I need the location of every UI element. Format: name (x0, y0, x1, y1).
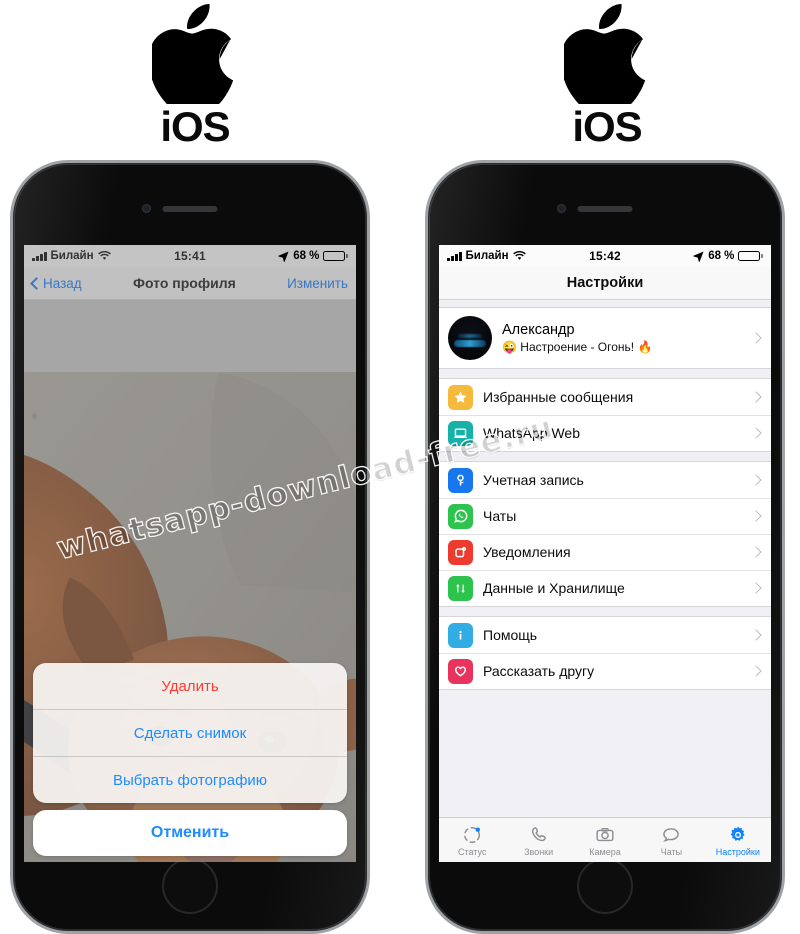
apple-logo-icon (564, 4, 646, 104)
profile-photo-view: Билайн 15:41 68 % Назад Фото профиля Изм… (24, 245, 356, 862)
tab-label: Звонки (524, 846, 554, 857)
front-camera-icon (557, 204, 566, 213)
home-button[interactable] (162, 858, 218, 914)
tab-chats[interactable]: Чаты (638, 824, 704, 857)
notification-bell-icon (448, 539, 473, 565)
battery-icon (323, 251, 348, 261)
settings-row-label: Чаты (483, 508, 517, 524)
tab-label: Камера (589, 846, 621, 857)
heart-icon (448, 658, 473, 684)
home-button[interactable] (577, 858, 633, 914)
page-root: iOS iOS Билайн 15:41 68 % Назад Фото про… (0, 0, 800, 934)
settings-group-3: Помощь Рассказать другу (439, 616, 771, 690)
key-icon (448, 467, 473, 493)
page-title: Настройки (566, 275, 644, 291)
chevron-right-icon (750, 629, 762, 641)
ios-wordmark: iOS (160, 103, 230, 150)
info-icon (448, 622, 473, 648)
earpiece-speaker (577, 206, 633, 212)
profile-row[interactable]: Александр 😜 Настроение - Огонь! 🔥 (439, 308, 771, 368)
chevron-right-icon (750, 332, 762, 344)
action-sheet-container: Удалить Сделать снимок Выбрать фотографи… (24, 663, 356, 856)
settings-row-label: Рассказать другу (483, 663, 595, 679)
tab-status[interactable]: Статус (439, 824, 505, 857)
battery-percent-label: 68 % (293, 250, 320, 262)
whatsapp-icon (448, 503, 473, 529)
earpiece-speaker (162, 206, 218, 212)
ios-wordmark: iOS (572, 103, 642, 150)
profile-group: Александр 😜 Настроение - Огонь! 🔥 (439, 307, 771, 369)
settings-row-chats[interactable]: Чаты (439, 498, 771, 534)
navigation-bar: Настройки (439, 267, 771, 300)
settings-row-tell-a-friend[interactable]: Рассказать другу (439, 653, 771, 689)
tab-bar: Статус Звонки Камера Чаты Настройки (439, 817, 771, 862)
tab-camera[interactable]: Камера (572, 824, 638, 857)
settings-row-account[interactable]: Учетная запись (439, 462, 771, 498)
tab-label: Статус (457, 846, 487, 857)
settings-row-data-storage[interactable]: Данные и Хранилище (439, 570, 771, 606)
chat-bubble-icon (661, 824, 681, 846)
settings-row-whatsapp-web[interactable]: WhatsApp Web (439, 415, 771, 451)
apple-logo-icon (152, 4, 234, 104)
settings-row-notifications[interactable]: Уведомления (439, 534, 771, 570)
settings-list: Александр 😜 Настроение - Огонь! 🔥 Избран… (439, 300, 771, 817)
phone-right: Билайн 15:42 68 % Настройки Александр 😜 … (425, 160, 785, 934)
settings-group-1: Избранные сообщения WhatsApp Web (439, 378, 771, 452)
settings-row-label: Учетная запись (483, 472, 584, 488)
settings-row-label: Данные и Хранилище (483, 580, 625, 596)
chevron-right-icon (750, 474, 762, 486)
action-cancel-button[interactable]: Отменить (33, 810, 347, 856)
avatar (448, 316, 492, 360)
tab-label: Чаты (660, 846, 683, 857)
settings-view: Билайн 15:42 68 % Настройки Александр 😜 … (439, 245, 771, 862)
battery-percent-label: 68 % (708, 250, 735, 262)
status-bar: Билайн 15:42 68 % (439, 245, 771, 267)
ios-header-left: iOS (85, 4, 305, 148)
chevron-right-icon (750, 546, 762, 558)
settings-row-label: Избранные сообщения (483, 389, 634, 405)
status-bar-right: 68 % (693, 250, 763, 262)
settings-row-help[interactable]: Помощь (439, 617, 771, 653)
location-arrow-icon (278, 250, 289, 262)
camera-icon (595, 824, 615, 846)
chevron-right-icon (750, 427, 762, 439)
profile-text: Александр 😜 Настроение - Огонь! 🔥 (502, 321, 742, 355)
chevron-right-icon (750, 665, 762, 677)
updown-arrows-icon (448, 575, 473, 601)
profile-name: Александр (502, 321, 575, 338)
screen-right: Билайн 15:42 68 % Настройки Александр 😜 … (439, 245, 771, 862)
action-sheet: Удалить Сделать снимок Выбрать фотографи… (33, 663, 347, 803)
action-delete-button[interactable]: Удалить (33, 663, 347, 710)
screen-left: Билайн 15:41 68 % Назад Фото профиля Изм… (24, 245, 356, 862)
settings-group-2: Учетная запись Чаты Уведомления Данные и… (439, 461, 771, 607)
phone-icon (529, 824, 549, 846)
battery-icon (738, 251, 763, 261)
action-take-photo-button[interactable]: Сделать снимок (33, 710, 347, 757)
status-bar-right: 68 % (278, 250, 348, 262)
front-camera-icon (142, 204, 151, 213)
settings-row-starred-messages[interactable]: Избранные сообщения (439, 379, 771, 415)
chevron-right-icon (750, 391, 762, 403)
location-arrow-icon (693, 250, 704, 262)
status-ring-icon (462, 824, 482, 846)
ios-header-right: iOS (497, 4, 717, 148)
settings-row-label: Уведомления (483, 544, 571, 560)
settings-row-label: Помощь (483, 627, 538, 643)
settings-row-label: WhatsApp Web (483, 425, 581, 441)
star-icon (448, 384, 473, 410)
chevron-right-icon (750, 510, 762, 522)
gear-icon (728, 824, 748, 846)
tab-settings[interactable]: Настройки (705, 824, 771, 857)
chevron-right-icon (750, 582, 762, 594)
tab-label: Настройки (715, 846, 760, 857)
laptop-icon (448, 420, 473, 446)
phone-left: Билайн 15:41 68 % Назад Фото профиля Изм… (10, 160, 370, 934)
profile-status: 😜 Настроение - Огонь! 🔥 (502, 339, 653, 354)
action-choose-photo-button[interactable]: Выбрать фотографию (33, 757, 347, 803)
tab-calls[interactable]: Звонки (505, 824, 571, 857)
